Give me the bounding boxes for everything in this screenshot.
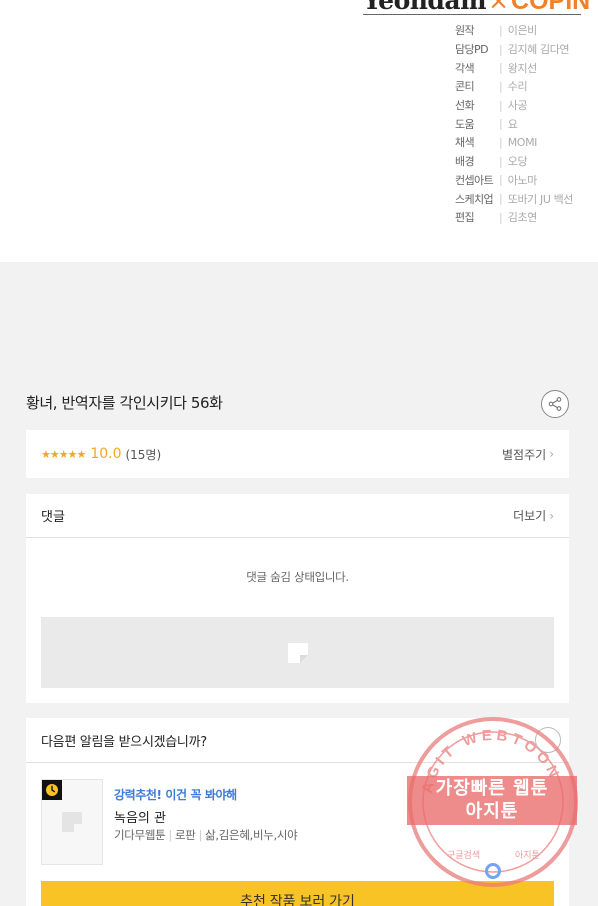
rate-button-label: 별점주기 [502, 447, 547, 462]
credit-divider: | [499, 154, 503, 168]
next-episode-section: 다음편 알림을 받으시겠습니까? 강력추천! 이건 꼭 봐야해 녹음의 관 기다… [26, 718, 569, 906]
recommend-type: 기다무웹툰 [114, 828, 166, 842]
image-placeholder-icon [62, 812, 82, 832]
brand-left: Yeondam [363, 0, 487, 15]
brand-right: COPIN [511, 0, 591, 15]
comments-header: 댓글 더보기 › [26, 494, 569, 538]
chevron-right-icon: › [549, 447, 554, 461]
episode-title: 황녀, 반역자를 각인시키다 56화 [26, 394, 223, 412]
credit-role: 선화 [455, 99, 475, 113]
share-button[interactable] [541, 390, 569, 418]
ad-placeholder [41, 617, 554, 688]
comments-more-label: 더보기 [513, 509, 547, 523]
credit-role: 채색 [455, 136, 475, 150]
rating-score: 10.0 [90, 446, 122, 462]
recommend-genre: 로판 [174, 828, 196, 842]
credit-name: 사공 [507, 99, 528, 113]
credit-row: 원작 | 이은비 [455, 21, 573, 40]
credit-name: 이은비 [507, 24, 538, 38]
credit-divider: | [499, 210, 503, 224]
credit-row: 선화 | 사공 [455, 96, 573, 115]
credit-name: MOMI [507, 135, 538, 149]
credit-role: 배경 [455, 155, 475, 169]
credit-name: 김초연 [507, 211, 538, 225]
recommend-meta: 기다무웹툰 | 로판 | 삶,김은혜,비누,시야 [114, 827, 298, 843]
rating-stars: ★★★★★ [41, 447, 86, 461]
credit-role: 스케치업 [455, 192, 494, 206]
credit-role: 편집 [455, 211, 475, 225]
credit-row: 스케치업 | 또바기 JU 백선 [455, 189, 573, 208]
credit-name: 아노마 [507, 173, 538, 187]
credit-divider: | [499, 23, 503, 37]
credit-name: 오당 [507, 155, 528, 169]
credit-divider: | [499, 173, 503, 187]
comments-title: 댓글 [41, 510, 65, 525]
credit-divider: | [499, 135, 503, 149]
credit-divider: | [499, 61, 503, 75]
credits-section: Yeondam×COPIN 원작 | 이은비 담당PD | 김지혜 김다연 각색 | 왕지선… [0, 0, 598, 262]
credit-row: 도움 | 요 [455, 114, 573, 133]
recommend-item[interactable]: 강력추천! 이건 꼭 봐야해 녹음의 관 기다무웹툰 | 로판 | 삶,김은혜,비누,시… [41, 779, 561, 865]
credit-role: 컨셉아트 [455, 173, 494, 187]
share-icon [548, 397, 562, 411]
recommend-cta-button[interactable]: 추천 작품 보러 가기 [41, 881, 554, 906]
chevron-right-icon: › [549, 508, 554, 523]
credit-role: 담당PD [455, 43, 489, 57]
credit-divider: | [499, 79, 503, 93]
recommend-thumbnail[interactable] [41, 779, 103, 865]
comments-hidden-message: 댓글 숨김 상태입니다. [246, 570, 349, 584]
credit-role: 도움 [455, 117, 475, 131]
brand-separator: × [488, 0, 510, 15]
recommend-authors: 삶,김은혜,비누,시야 [205, 828, 298, 842]
credit-divider: | [499, 117, 503, 131]
next-notice-question: 다음편 알림을 받으시겠습니까? [41, 734, 207, 750]
credit-divider: | [499, 192, 503, 206]
rating-count: (15명) [125, 447, 162, 462]
credit-divider: | [499, 98, 503, 112]
credit-name: 또바기 JU 백선 [507, 192, 574, 206]
credit-name: 요 [507, 117, 518, 131]
meta-divider: | [198, 828, 203, 842]
credit-divider: | [499, 42, 503, 56]
rating-bar: ★★★★★ 10.0 (15명) 별점주기 › [26, 430, 569, 478]
credit-role: 콘티 [455, 80, 475, 94]
rate-button[interactable]: 별점주기 › [502, 446, 554, 463]
recommend-title[interactable]: 녹음의 관 [114, 807, 166, 826]
credit-row: 편집 | 김초연 [455, 208, 573, 227]
image-placeholder-icon [287, 642, 308, 663]
credit-row: 컨셉아트 | 아노마 [455, 171, 573, 190]
comments-section: 댓글 더보기 › 댓글 숨김 상태입니다. [26, 494, 569, 703]
yeondam-copin-logo: Yeondam×COPIN [363, 0, 590, 15]
notification-toggle-button[interactable] [535, 727, 561, 753]
credit-row: 담당PD | 김지혜 김다연 [455, 40, 573, 59]
credit-row: 콘티 | 수리 [455, 77, 573, 96]
clock-icon [42, 780, 62, 800]
recommend-tag: 강력추천! 이건 꼭 봐야해 [114, 788, 237, 802]
credit-role: 원작 [455, 24, 475, 38]
credit-name: 김지혜 김다연 [507, 43, 570, 57]
credit-row: 각색 | 왕지선 [455, 58, 573, 77]
next-episode-header: 다음편 알림을 받으시겠습니까? [26, 718, 569, 763]
credit-role: 각색 [455, 61, 475, 75]
credit-name: 수리 [507, 80, 528, 94]
meta-divider: | [168, 828, 172, 842]
credit-name: 왕지선 [507, 61, 538, 75]
credit-list: 원작 | 이은비 담당PD | 김지혜 김다연 각색 | 왕지선 콘티 | 수리 선화 | 사공 도… [455, 21, 573, 227]
credit-row: 채색 | MOMI [455, 133, 573, 152]
comments-more-button[interactable]: 더보기 › [513, 507, 554, 524]
credit-row: 배경 | 오당 [455, 152, 573, 171]
